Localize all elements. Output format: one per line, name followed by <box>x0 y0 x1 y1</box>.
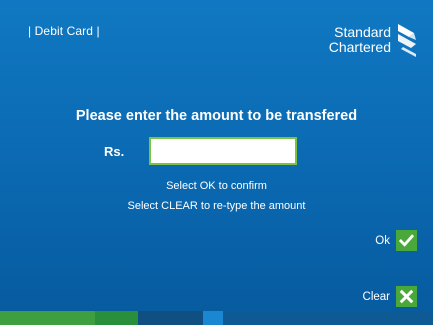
confirm-hint: Select OK to confirm <box>166 180 267 192</box>
checkmark-icon <box>396 230 417 251</box>
ok-button[interactable]: Ok <box>375 230 417 251</box>
amount-prompt: Please enter the amount to be transfered <box>75 108 358 124</box>
clear-button[interactable]: Clear <box>363 286 417 307</box>
bank-logo-line1: Standard <box>334 24 391 40</box>
bank-logo: Standard Chartered <box>329 22 419 58</box>
color-bar-segment <box>138 311 203 325</box>
clear-hint: Select CLEAR to re-type the amount <box>127 200 306 212</box>
amount-row: Rs. <box>104 137 297 165</box>
color-bar-segment <box>203 311 223 325</box>
currency-label: Rs. <box>104 143 125 159</box>
x-icon <box>396 286 417 307</box>
bank-logo-line2: Chartered <box>328 39 391 55</box>
bank-logo-text: Standard Chartered <box>329 25 391 55</box>
atm-screen: | Debit Card | Standard Chartered Please… <box>0 0 433 325</box>
standard-chartered-logo-icon <box>398 24 416 57</box>
clear-button-label: Clear <box>362 290 390 303</box>
color-bar-segment <box>0 311 95 325</box>
ok-button-label: Ok <box>375 234 390 247</box>
color-bar-segment <box>223 311 433 325</box>
bottom-color-bar <box>0 311 433 325</box>
card-type-label: | Debit Card | <box>28 24 100 38</box>
amount-input[interactable] <box>149 137 297 165</box>
color-bar-segment <box>95 311 138 325</box>
